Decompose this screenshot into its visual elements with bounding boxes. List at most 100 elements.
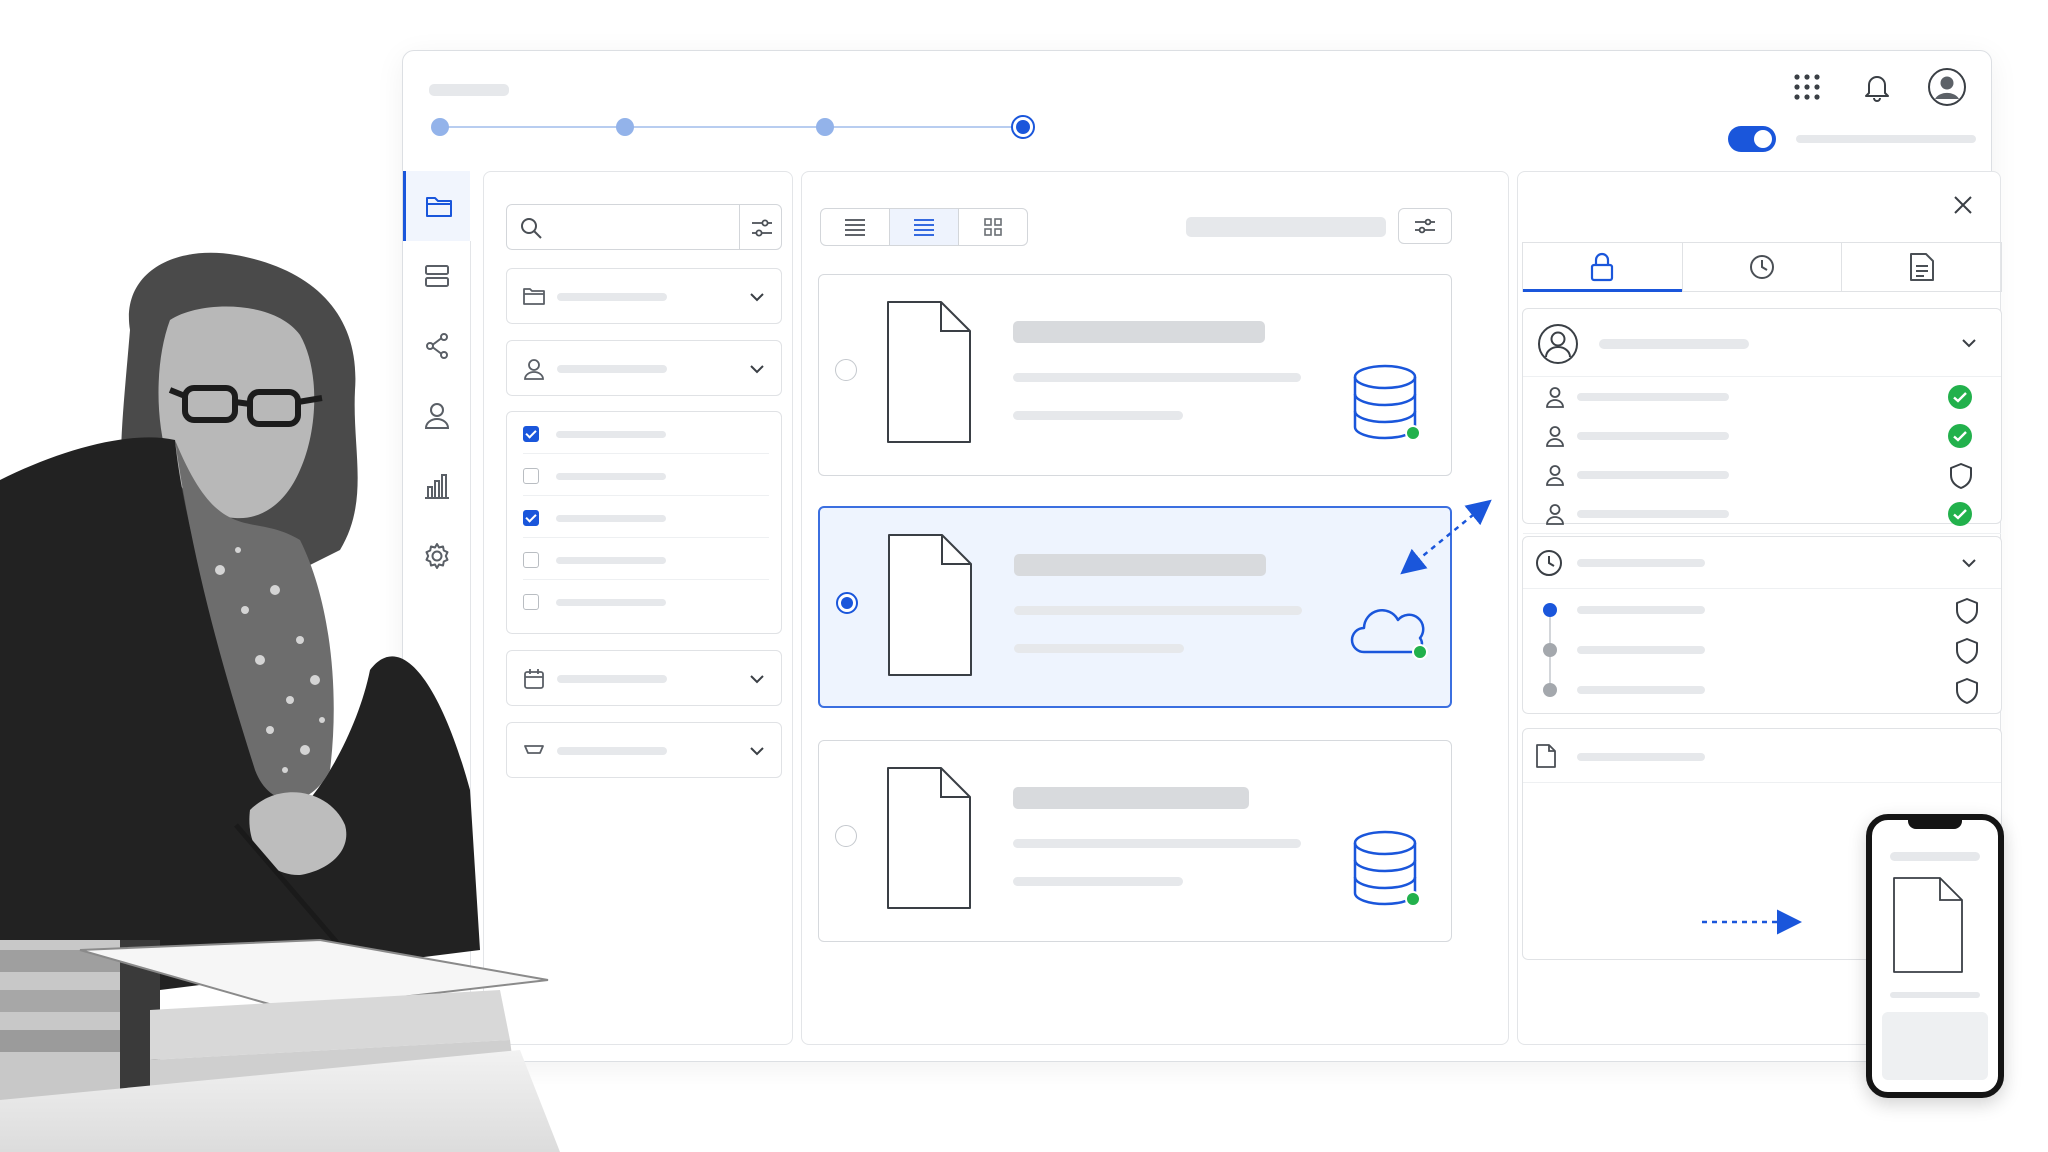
document-select-radio-selected[interactable] — [836, 592, 858, 614]
progress-stepper — [431, 115, 1035, 139]
history-title-placeholder — [1577, 559, 1705, 567]
history-dot-current — [1543, 603, 1557, 617]
search-icon — [521, 218, 542, 239]
checklist-label-placeholder — [556, 473, 666, 480]
history-dot — [1543, 643, 1557, 657]
document-card-2-selected[interactable] — [818, 506, 1452, 708]
permissions-section — [1522, 308, 2002, 575]
user-circle-icon — [1538, 324, 1578, 364]
clock-icon — [1750, 255, 1774, 279]
user-avatar-icon[interactable] — [1927, 67, 1967, 107]
view-mode-toggle — [820, 208, 1028, 246]
history-section — [1522, 536, 2002, 714]
document-select-radio[interactable] — [835, 825, 857, 847]
app-title-placeholder — [429, 84, 509, 96]
phone-notch — [1908, 819, 1962, 829]
view-compact-button[interactable] — [821, 209, 890, 245]
permission-row[interactable] — [1523, 377, 2001, 416]
history-entry[interactable] — [1523, 629, 2001, 669]
phone-title-placeholder — [1890, 852, 1980, 861]
sync-toggle-label-placeholder — [1796, 135, 1976, 143]
stepper-step-4-current[interactable] — [1011, 115, 1035, 139]
document-file-icon — [887, 301, 971, 443]
user-icon — [1546, 465, 1564, 486]
permission-row[interactable] — [1523, 455, 2001, 494]
documents-filter-button[interactable] — [1398, 208, 1452, 244]
chevron-down-icon — [750, 747, 764, 756]
documents-search-placeholder[interactable] — [1186, 217, 1386, 237]
document-meta-placeholder — [1014, 644, 1184, 653]
file-icon — [1536, 744, 1556, 768]
permission-status-approved — [1947, 501, 1973, 532]
shield-icon — [1950, 463, 1972, 489]
checklist-label-placeholder — [556, 431, 666, 438]
details-tabs — [1522, 242, 2002, 292]
permission-row[interactable] — [1523, 494, 2001, 533]
document-card-3[interactable] — [818, 740, 1452, 942]
shield-icon — [1956, 598, 1978, 624]
folder-icon — [425, 197, 452, 217]
app-window — [402, 50, 2002, 1062]
history-dot — [1543, 683, 1557, 697]
filter-owner-label-placeholder — [557, 365, 667, 373]
owner-name-placeholder — [1599, 339, 1749, 349]
chevron-down-icon — [1962, 339, 1976, 348]
search-input[interactable] — [506, 204, 782, 250]
history-entry[interactable] — [1523, 589, 2001, 629]
clock-icon — [1536, 550, 1562, 576]
chevron-down-icon — [1962, 559, 1976, 568]
document-file-icon — [1893, 877, 1963, 973]
document-meta-placeholder — [1013, 373, 1301, 382]
history-entry[interactable] — [1523, 669, 2001, 709]
chevron-down-icon — [750, 675, 764, 684]
permission-user-placeholder — [1577, 432, 1729, 440]
history-header[interactable] — [1523, 537, 2001, 589]
view-list-button[interactable] — [890, 209, 959, 245]
history-entry-placeholder — [1577, 686, 1705, 694]
stepper-step-1[interactable] — [431, 118, 449, 136]
stepper-step-2[interactable] — [616, 118, 634, 136]
view-grid-button[interactable] — [959, 209, 1027, 245]
person-writing-photo — [0, 252, 560, 1152]
history-status-protected — [1955, 597, 1979, 630]
document-preview-header[interactable] — [1523, 729, 2001, 783]
stepper-step-3[interactable] — [816, 118, 834, 136]
tab-permissions[interactable] — [1523, 243, 1683, 292]
document-meta-placeholder — [1013, 877, 1183, 886]
history-status-protected — [1955, 637, 1979, 670]
permission-list — [1523, 377, 2001, 533]
history-entry-placeholder — [1577, 606, 1705, 614]
permissions-owner-header[interactable] — [1523, 309, 2001, 377]
document-title-placeholder — [1013, 321, 1265, 343]
sliders-icon[interactable] — [751, 218, 773, 238]
filter-tag-label-placeholder — [557, 747, 667, 755]
user-icon — [1546, 504, 1564, 525]
user-icon — [1546, 387, 1564, 408]
history-list — [1523, 589, 2001, 709]
nav-item-files[interactable] — [403, 171, 471, 241]
close-button[interactable] — [1948, 190, 1978, 220]
header-actions — [1787, 67, 1967, 107]
mobile-preview-device — [1866, 814, 2004, 1098]
permission-user-placeholder — [1577, 393, 1729, 401]
document-select-radio[interactable] — [835, 359, 857, 381]
permission-status-protected — [1949, 462, 1973, 495]
database-icon — [1353, 364, 1421, 441]
database-icon — [1353, 830, 1421, 907]
close-icon — [1954, 196, 1972, 214]
filter-folder-label-placeholder — [557, 293, 667, 301]
bell-icon[interactable] — [1857, 67, 1897, 107]
tab-document-info[interactable] — [1842, 243, 2001, 291]
chevron-down-icon — [750, 365, 764, 374]
sync-toggle[interactable] — [1728, 126, 1776, 152]
permission-status-approved — [1947, 423, 1973, 454]
tab-history[interactable] — [1683, 243, 1843, 291]
phone-caption-placeholder — [1890, 992, 1980, 998]
shield-icon — [1956, 678, 1978, 704]
permission-status-approved — [1947, 384, 1973, 415]
document-card-1[interactable] — [818, 274, 1452, 476]
apps-grid-icon[interactable] — [1787, 67, 1827, 107]
document-title-placeholder — [1013, 787, 1249, 809]
permission-row[interactable] — [1523, 416, 2001, 455]
cloud-icon — [1350, 609, 1428, 660]
